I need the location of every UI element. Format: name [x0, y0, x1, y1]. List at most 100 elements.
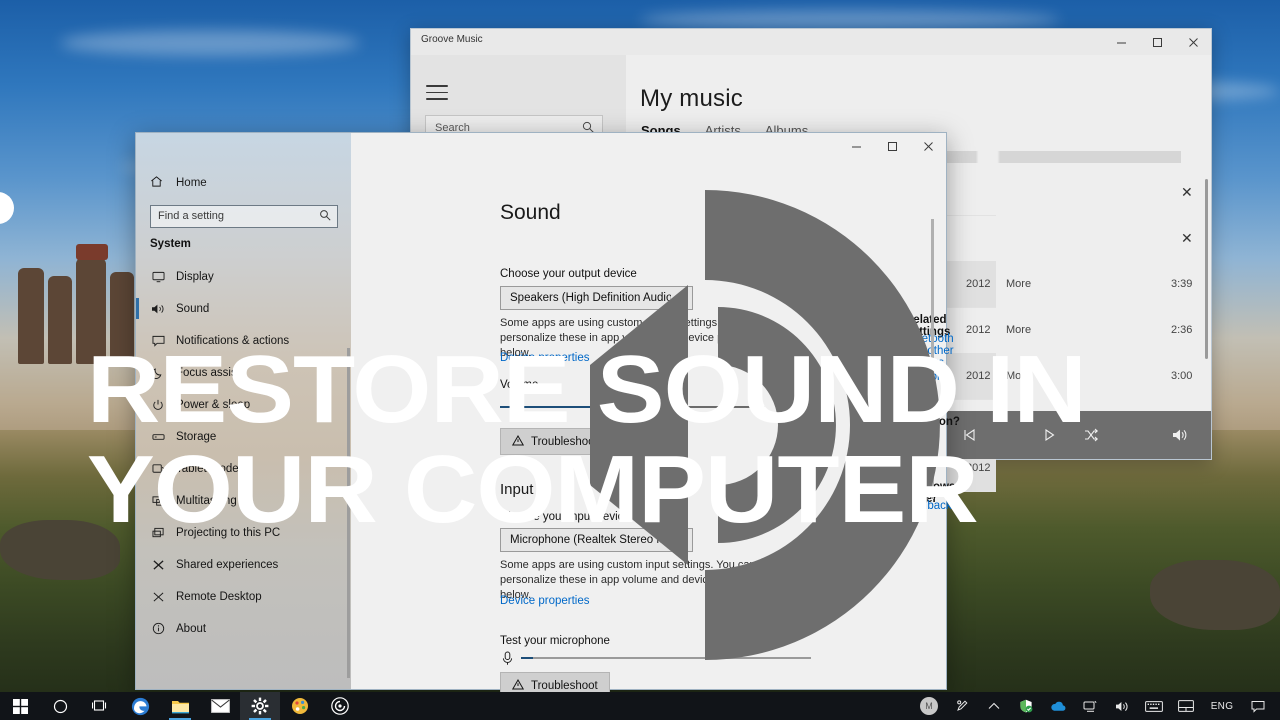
sidebar-item-about[interactable]: About — [136, 618, 351, 639]
user-avatar[interactable]: M — [920, 697, 938, 715]
scrollbar[interactable] — [347, 348, 350, 678]
output-troubleshoot-label: Troubleshoot — [531, 435, 598, 448]
sidebar-item-multitasking[interactable]: Multitasking — [136, 490, 351, 511]
monitor-icon — [150, 271, 166, 283]
minimize-icon[interactable] — [838, 133, 874, 159]
sidebar-item-sound[interactable]: Sound — [136, 298, 351, 319]
sidebar-item-label: Multitasking — [176, 494, 237, 507]
speaker-icon — [150, 303, 166, 315]
volume-slider[interactable] — [500, 399, 765, 415]
sidebar-item-tablet-mode[interactable]: Tablet mode — [136, 458, 351, 479]
storage-icon — [150, 432, 166, 442]
input-device-properties-link[interactable]: Device properties — [500, 595, 589, 607]
give-feedback-link[interactable]: Give us feedback — [905, 488, 952, 512]
sidebar-item-projecting[interactable]: Projecting to this PC — [136, 522, 351, 543]
hamburger-icon[interactable] — [426, 85, 448, 105]
edge-browser-icon[interactable] — [120, 692, 160, 720]
row-duration: 3:39 — [1171, 278, 1193, 290]
cloud — [60, 30, 360, 56]
volume-label: Volume — [500, 379, 539, 391]
related-link-sound-control-panel[interactable]: Sound control panel — [905, 359, 946, 395]
security-shield-icon[interactable] — [1010, 692, 1042, 720]
sidebar-item-label: Sound — [176, 302, 210, 315]
output-device-label: Choose your output device — [500, 268, 637, 280]
input-device-value: Microphone (Realtek Stereo Micro... — [510, 534, 671, 546]
microphone-level-meter — [521, 651, 811, 665]
network-icon[interactable] — [1074, 692, 1106, 720]
scrollbar[interactable] — [931, 219, 934, 499]
settings-sidebar: Home Find a setting System Display Sound… — [136, 133, 351, 689]
system-tray: M ENG — [916, 692, 1280, 720]
pen-icon[interactable] — [946, 692, 978, 720]
input-section-heading: Input — [500, 481, 534, 498]
settings-gear-icon[interactable] — [240, 692, 280, 720]
close-icon[interactable] — [1175, 29, 1211, 55]
language-indicator[interactable]: ENG — [1202, 692, 1242, 720]
task-view-icon[interactable] — [80, 692, 120, 720]
mail-icon[interactable] — [200, 692, 240, 720]
settings-main-content: Sound Choose your output device Speakers… — [351, 159, 960, 699]
close-icon[interactable] — [910, 133, 946, 159]
sidebar-item-notifications[interactable]: Notifications & actions — [136, 330, 351, 351]
sidebar-item-label: Shared experiences — [176, 558, 279, 571]
sidebar-item-focus-assist[interactable]: Focus assist — [136, 362, 351, 383]
sidebar-item-storage[interactable]: Storage — [136, 426, 351, 447]
onedrive-cloud-icon[interactable] — [1042, 692, 1074, 720]
sidebar-item-label: Storage — [176, 430, 217, 443]
settings-search-input[interactable]: Find a setting — [150, 205, 338, 228]
sidebar-item-remote-desktop[interactable]: Remote Desktop — [136, 586, 351, 607]
close-icon[interactable]: ✕ — [1181, 184, 1193, 201]
output-device-properties-link[interactable]: Device properties — [500, 352, 589, 364]
input-device-label: Choose your input device — [500, 511, 630, 523]
action-center-icon[interactable] — [1242, 692, 1280, 720]
row-duration: 2:36 — [1171, 324, 1193, 336]
row-more[interactable]: More — [1006, 278, 1031, 290]
output-device-select[interactable]: Speakers (High Definition Audio... ˅ — [500, 286, 693, 310]
touchpad-icon[interactable] — [1170, 692, 1202, 720]
maximize-icon[interactable] — [874, 133, 910, 159]
paint-palette-icon[interactable] — [280, 692, 320, 720]
get-help-link[interactable]: Get help — [905, 423, 946, 447]
sidebar-item-home[interactable]: Home — [150, 175, 207, 191]
file-explorer-icon[interactable] — [160, 692, 200, 720]
minimize-icon[interactable] — [1103, 29, 1139, 55]
groove-heading: My music — [640, 85, 743, 112]
windows-start-icon[interactable] — [0, 692, 40, 720]
sidebar-item-label: Tablet mode — [176, 462, 239, 475]
settings-search-placeholder: Find a setting — [158, 210, 225, 222]
settings-window-controls — [838, 133, 946, 159]
show-hidden-icons-chevron[interactable] — [978, 692, 1010, 720]
sidebar-item-shared-experiences[interactable]: Shared experiences — [136, 554, 351, 575]
input-device-select[interactable]: Microphone (Realtek Stereo Micro... ˅ — [500, 528, 693, 552]
settings-window[interactable]: Settings Home Find a s — [135, 132, 960, 699]
row-year: 2012 — [966, 324, 991, 336]
output-troubleshoot-button[interactable]: Troubleshoot — [500, 428, 610, 455]
cortana-search-icon[interactable] — [40, 692, 80, 720]
sidebar-item-label: Focus assist — [176, 366, 240, 379]
input-troubleshoot-label: Troubleshoot — [531, 679, 598, 692]
row-year: 2012 — [966, 462, 991, 474]
row-more[interactable]: More — [1006, 370, 1031, 382]
volume-icon[interactable] — [1106, 692, 1138, 720]
sidebar-home-label: Home — [176, 177, 207, 189]
shuffle-icon[interactable] — [1071, 411, 1111, 459]
groove-window-controls — [1103, 29, 1211, 55]
moai-statue — [110, 272, 134, 364]
close-icon[interactable]: ✕ — [1181, 230, 1193, 247]
output-device-value: Speakers (High Definition Audio... — [510, 292, 672, 304]
sidebar-item-display[interactable]: Display — [136, 266, 351, 287]
groove-titlebar[interactable]: Groove Music — [411, 29, 1211, 55]
maximize-icon[interactable] — [1139, 29, 1175, 55]
meter-fill — [521, 657, 533, 659]
groove-music-icon[interactable] — [320, 692, 360, 720]
next-track-icon[interactable] — [1031, 411, 1071, 459]
slider-thumb[interactable] — [669, 400, 675, 415]
notification-icon — [150, 335, 166, 347]
sidebar-item-power-sleep[interactable]: Power & sleep — [136, 394, 351, 415]
row-year: 2012 — [966, 278, 991, 290]
keyboard-icon[interactable] — [1138, 692, 1170, 720]
scrollbar[interactable] — [1205, 179, 1208, 359]
row-more[interactable]: More — [1006, 324, 1031, 336]
sidebar-section-header: System — [150, 238, 191, 250]
volume-icon[interactable] — [1159, 411, 1199, 459]
